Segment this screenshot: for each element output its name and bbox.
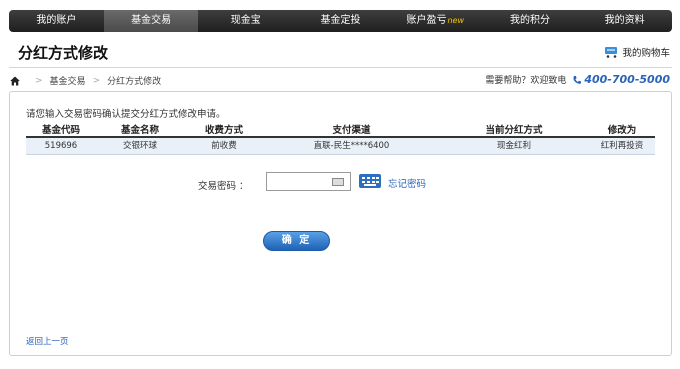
nav-label: 我的积分 [509, 15, 550, 26]
nav-label: 基金交易 [131, 15, 172, 26]
breadcrumb-item-current: 分红方式修改 [107, 77, 162, 87]
cart-icon [605, 47, 618, 58]
col-header-change-to: 修改为 [607, 125, 637, 136]
home-icon[interactable] [10, 76, 20, 86]
form-panel: 请您输入交易密码确认提交分红方式修改申请。 基金代码 基金名称 收费方式 支付渠… [9, 91, 672, 356]
col-header-fund-name: 基金名称 [120, 125, 159, 136]
table-header: 基金代码 基金名称 收费方式 支付渠道 当前分红方式 修改为 [26, 124, 655, 138]
col-header-fund-code: 基金代码 [41, 125, 80, 136]
breadcrumb-separator: > [35, 75, 43, 86]
nav-label: 账户盈亏 [406, 15, 447, 26]
cell-fund-name: 交银环球 [122, 141, 157, 151]
fund-table: 基金代码 基金名称 收费方式 支付渠道 当前分红方式 修改为 519696 交银… [26, 124, 655, 155]
mini-keyboard-icon [332, 178, 344, 186]
back-link[interactable]: 返回上一页 [26, 335, 69, 347]
breadcrumb-separator: > [92, 75, 101, 86]
col-header-payment-channel: 支付渠道 [332, 125, 371, 136]
breadcrumb: > 基金交易 > 分红方式修改 [10, 74, 161, 87]
nav-item-my-points[interactable]: 我的积分 [483, 10, 578, 32]
top-nav: 我的账户 基金交易 现金宝 基金定投 账户盈亏new 我的积分 我的资料 [9, 10, 672, 32]
confirm-button[interactable]: 确 定 [263, 231, 330, 251]
nav-label: 现金宝 [230, 15, 261, 26]
nav-item-my-profile[interactable]: 我的资料 [577, 10, 672, 32]
page-title: 分红方式修改 [18, 44, 109, 62]
header-divider [9, 67, 672, 68]
nav-item-account-pnl[interactable]: 账户盈亏new [388, 10, 483, 32]
nav-label: 我的资料 [604, 15, 645, 26]
password-label: 交易密码 ： [198, 181, 249, 192]
cell-change-to: 红利再投资 [600, 141, 644, 151]
new-badge: new [447, 16, 464, 25]
nav-label: 基金定投 [320, 15, 361, 26]
breadcrumb-item-fund-trade[interactable]: 基金交易 [50, 74, 86, 87]
nav-label: 我的账户 [36, 15, 77, 26]
form-intro: 请您输入交易密码确认提交分红方式修改申请。 [26, 109, 226, 120]
nav-item-fund-trade[interactable]: 基金交易 [103, 10, 199, 32]
nav-item-my-account[interactable]: 我的账户 [9, 10, 104, 32]
col-header-fee-type: 收费方式 [204, 125, 243, 136]
help-phone: 400-700-5000 [584, 73, 670, 86]
password-input[interactable] [266, 172, 351, 191]
cell-fee-type: 前收费 [211, 141, 237, 151]
col-header-current-dividend: 当前分红方式 [485, 125, 543, 136]
phone-icon [573, 75, 582, 84]
cell-current-dividend: 现金红利 [496, 141, 531, 151]
cell-payment-channel: 直联-民生****6400 [313, 141, 390, 151]
cart-link[interactable]: 我的购物车 [604, 45, 670, 59]
cell-fund-code: 519696 [44, 141, 78, 151]
table-row: 519696 交银环球 前收费 直联-民生****6400 现金红利 红利再投资 [26, 138, 655, 155]
keyboard-icon[interactable] [359, 174, 381, 188]
cart-label: 我的购物车 [622, 48, 670, 59]
help-text: 需要帮助？欢迎致电 [485, 76, 567, 86]
nav-item-cash-treasure[interactable]: 现金宝 [198, 10, 293, 32]
forgot-password-link[interactable]: 忘记密码 [388, 176, 426, 190]
help-info: 需要帮助？欢迎致电 400-700-5000 [485, 73, 670, 86]
nav-item-fund-fixed-invest[interactable]: 基金定投 [293, 10, 388, 32]
